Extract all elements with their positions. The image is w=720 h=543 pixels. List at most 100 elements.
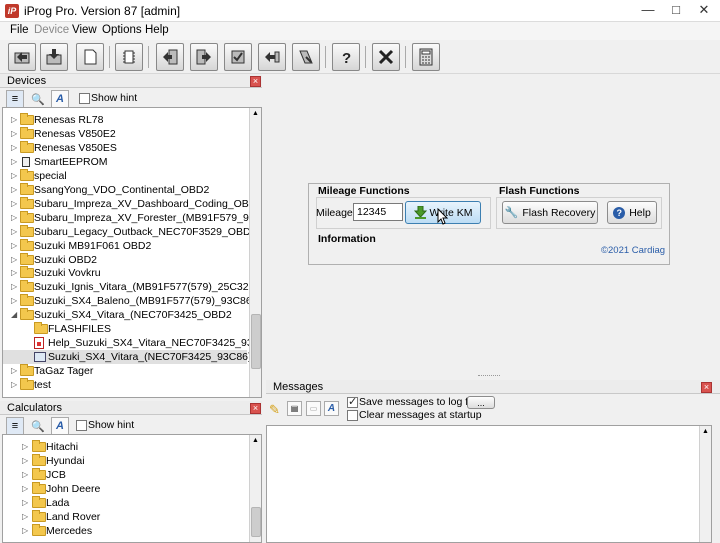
messages-log-area[interactable]: ▲ [266,425,712,543]
calculators-show-hint-checkbox[interactable] [76,420,87,431]
chip-icon[interactable] [115,43,143,71]
devices-close-icon[interactable]: × [250,76,261,87]
devices-scroll-thumb[interactable] [251,314,261,369]
expand-arrow-icon[interactable]: ▷ [22,468,30,482]
cancel-x-icon[interactable] [372,43,400,71]
write-arrow-right-icon[interactable] [190,43,218,71]
expand-arrow-icon[interactable]: ▷ [11,266,19,280]
tree-view-icon[interactable]: ≡ [6,417,24,435]
devices-scrollbar[interactable]: ▲ [249,108,261,397]
expand-arrow-icon[interactable]: ▷ [22,454,30,468]
new-document-icon[interactable] [76,43,104,71]
scroll-up-icon[interactable]: ▲ [252,437,259,444]
tree-item[interactable]: FLASHFILES [3,322,247,336]
expand-arrow-icon[interactable]: ▷ [11,141,19,155]
open-folder-icon[interactable] [8,43,36,71]
expand-arrow-icon[interactable]: ▷ [11,253,19,267]
save-log-checkbox[interactable] [347,395,358,408]
expand-arrow-icon[interactable]: ▷ [22,482,30,496]
calculator-item[interactable]: ▷ Mercedes [3,523,247,538]
tree-item[interactable]: ▷ SsangYong_VDO_Continental_OBD2 [3,182,247,197]
menu-device[interactable]: Device [34,24,69,36]
minimize-icon[interactable]: — [634,0,662,20]
menu-options[interactable]: Options [102,24,142,36]
help-question-icon[interactable]: ? [332,43,360,71]
tree-item[interactable]: ◢ Suzuki_SX4_Vitara_(NEC70F3425_OBD2 [3,308,247,322]
paste-log-icon[interactable]: ▭ [306,401,321,416]
calculator-item[interactable]: ▷ JCB [3,467,247,482]
expand-arrow-icon[interactable]: ▷ [11,378,19,392]
browse-log-button[interactable]: ... [467,396,495,409]
tree-item[interactable]: ▷ Suzuki_Ignis_Vitara_(MB91F577(579)_25C3… [3,280,258,294]
expand-arrow-icon[interactable]: ▷ [11,113,19,127]
read-arrow-left-icon[interactable] [156,43,184,71]
splitter-grip[interactable] [478,375,500,378]
tree-item[interactable]: ▷ Suzuki Vovkru [3,266,247,280]
tree-item[interactable]: Suzuki_SX4_Vitara_(NEC70F3425_93C86)_OBD… [3,350,261,365]
tree-item[interactable]: ▷ Renesas V850E2 [3,126,247,141]
font-a-icon[interactable]: A [324,401,339,416]
clear-broom-icon[interactable]: ✎ [269,402,280,418]
flash-recovery-button[interactable]: 🔧 Flash Recovery [502,201,598,224]
blank-check-icon[interactable] [292,43,320,71]
search-icon[interactable]: 🔍 [29,90,47,108]
tree-item[interactable]: ▷ TaGaz Tager [3,364,247,378]
devices-show-hint-checkbox[interactable] [79,93,90,104]
calculator-item[interactable]: ▷ Lada [3,495,247,510]
search-icon[interactable]: 🔍 [29,417,47,435]
tree-item[interactable]: ▷ Suzuki MB91F061 OBD2 [3,238,247,253]
messages-close-icon[interactable]: × [701,382,712,393]
tree-item[interactable]: Help_Suzuki_SX4_Vitara_NEC70F3425_93C86.… [3,336,261,350]
menu-file[interactable]: File [10,24,29,36]
messages-scrollbar[interactable]: ▲ [699,426,711,542]
tree-view-icon[interactable]: ≡ [6,90,24,108]
calculators-close-icon[interactable]: × [250,403,261,414]
expand-arrow-icon[interactable]: ▷ [11,225,19,239]
calculators-scrollbar[interactable]: ▲ [249,435,261,542]
maximize-icon[interactable]: □ [662,0,690,20]
verify-icon[interactable] [224,43,252,71]
tree-item[interactable]: ▷ Subaru_Legacy_Outback_NEC70F3529_OBD2 [3,224,256,239]
calculator-item[interactable]: ▷ Land Rover [3,509,247,524]
expand-arrow-icon[interactable]: ▷ [11,364,19,378]
tree-item[interactable]: ▷ SmartEEPROM [3,155,247,169]
expand-arrow-icon[interactable]: ▷ [11,127,19,141]
calculator-item[interactable]: ▷ Hyundai [3,453,247,468]
help-button[interactable]: ? Help [607,201,657,224]
erase-icon[interactable] [258,43,286,71]
expand-arrow-icon[interactable]: ▷ [11,294,19,308]
expand-arrow-icon[interactable]: ▷ [11,280,19,294]
expand-arrow-icon[interactable]: ▷ [11,169,19,183]
calculator-item[interactable]: ▷ John Deere [3,481,247,496]
font-a-icon[interactable]: A [51,417,69,435]
calculator-item[interactable]: ▷ Hitachi [3,440,247,454]
close-icon[interactable]: ✕ [690,0,718,20]
scroll-up-icon[interactable]: ▲ [252,110,259,117]
expand-arrow-icon[interactable]: ▷ [11,211,19,225]
clear-startup-checkbox[interactable] [347,410,358,421]
expand-arrow-icon[interactable]: ▷ [11,197,19,211]
tree-item[interactable]: ▷ Renesas V850ES [3,140,247,155]
tree-item[interactable]: ▷ Suzuki_SX4_Baleno_(MB91F577(579)_93C86) [3,294,255,308]
tree-item[interactable]: ▷ Suzuki OBD2 [3,252,247,267]
tree-item[interactable]: ▷ special [3,168,247,183]
expand-arrow-icon[interactable]: ▷ [11,155,19,169]
expand-arrow-icon[interactable]: ▷ [11,239,19,253]
expand-arrow-icon[interactable]: ▷ [22,496,30,510]
tree-item[interactable]: ▷ Renesas RL78 [3,113,247,127]
expand-arrow-icon[interactable]: ▷ [22,524,30,538]
menu-help[interactable]: Help [145,24,169,36]
mileage-input[interactable] [353,203,403,221]
expand-arrow-icon[interactable]: ▷ [11,183,19,197]
calculators-scroll-thumb[interactable] [251,507,261,537]
collapse-arrow-icon[interactable]: ◢ [11,308,19,322]
expand-arrow-icon[interactable]: ▷ [22,440,30,454]
calculator-icon[interactable] [412,43,440,71]
tree-item[interactable]: ▷ Subaru_Impreza_XV_Forester_(MB91F579_93… [3,210,261,225]
menu-view[interactable]: View [72,24,97,36]
copy-log-icon[interactable]: ▤ [287,401,302,416]
tree-item[interactable]: ▷ test [3,378,247,392]
save-download-icon[interactable] [40,43,68,71]
tree-item[interactable]: ▷ Subaru_Impreza_XV_Dashboard_Coding_OBD2 [3,196,261,211]
font-a-icon[interactable]: A [51,90,69,108]
